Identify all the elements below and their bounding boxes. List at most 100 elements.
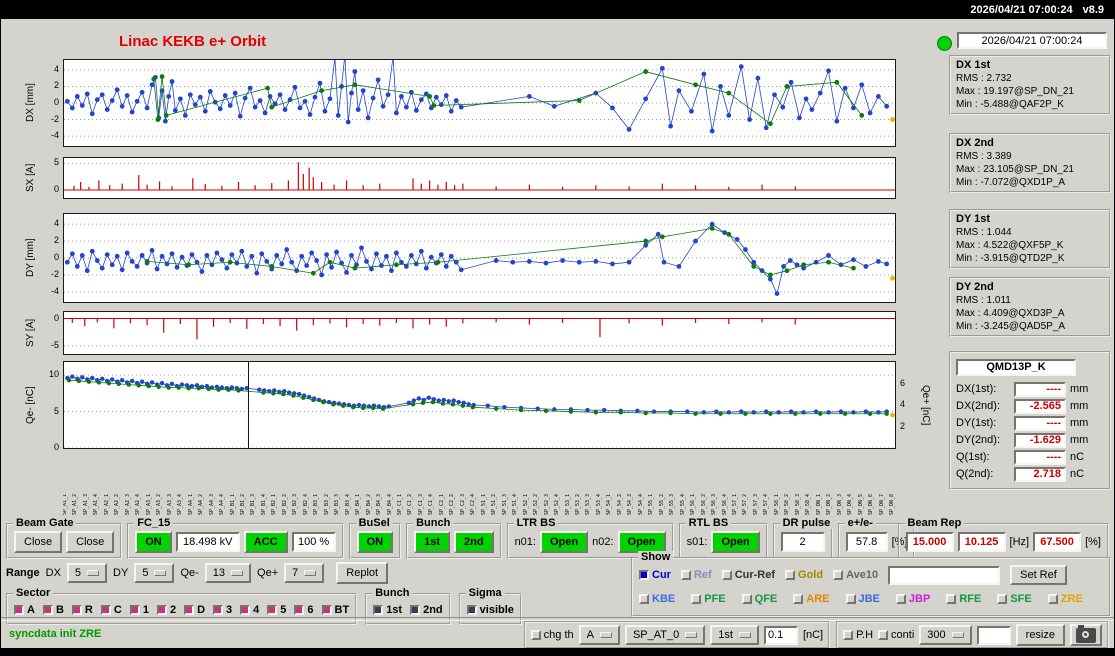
bpm-label: SP_B2_2: [283, 453, 288, 515]
bpm-label: SP_DN_3: [838, 453, 843, 515]
checkbox-6[interactable]: 6: [294, 604, 313, 616]
range-qep-dropdown[interactable]: 7: [284, 563, 324, 583]
range-qem-dropdown[interactable]: 13: [205, 563, 251, 583]
checkbox-icon: [846, 594, 856, 604]
bpm-label: SP_54_2: [618, 453, 623, 515]
checkbox-1st[interactable]: 1st: [373, 604, 402, 616]
bpm-label: SP_C2_2: [450, 453, 455, 515]
checkbox-cur-ref[interactable]: Cur-Ref: [722, 569, 775, 581]
replot-button[interactable]: Replot: [336, 562, 388, 584]
bpm-label: SP_B4_4: [388, 453, 393, 515]
conti-checkbox[interactable]: conti: [878, 629, 914, 641]
checkbox-2nd[interactable]: 2nd: [410, 604, 443, 616]
ltr-n02-open-button[interactable]: Open: [618, 531, 666, 553]
count-dropdown[interactable]: 300: [919, 625, 971, 645]
beam-gate-close-1-button[interactable]: Close: [14, 531, 62, 553]
stat-line: Min : -5.488@QAF2P_K: [956, 98, 1104, 111]
ltr-n01-open-button[interactable]: Open: [540, 531, 588, 553]
bpm-label: SP_A2_2: [115, 453, 120, 515]
sp-at-value: SP_AT_0: [633, 629, 679, 641]
qmd-row: Q(1st):----nC: [956, 450, 1104, 465]
checkbox-ave10[interactable]: Ave10: [833, 569, 878, 581]
checkbox-qfe[interactable]: QFE: [742, 593, 778, 605]
resize-button[interactable]: resize: [1016, 624, 1065, 646]
fc15-on-button[interactable]: ON: [135, 531, 172, 553]
bunch-2nd-button[interactable]: 2nd: [454, 531, 494, 553]
sp-at-dropdown[interactable]: SP_AT_0: [625, 625, 705, 645]
stat-line: RMS : 1.011: [956, 294, 1104, 307]
checkbox-3[interactable]: 3: [213, 604, 232, 616]
checkbox-gold[interactable]: Gold: [785, 569, 823, 581]
axis-tick: 5: [54, 157, 59, 167]
checkbox-are[interactable]: ARE: [793, 593, 829, 605]
bpm-label: SP_58_3: [796, 453, 801, 515]
checkbox-b[interactable]: B: [43, 604, 64, 616]
bpm-label: SP_53_4: [597, 453, 602, 515]
checkbox-pfe[interactable]: PFE: [691, 593, 725, 605]
checkbox-icon: [896, 594, 906, 604]
rtl-s01-open-button[interactable]: Open: [711, 531, 759, 553]
sector-select-dropdown[interactable]: A: [579, 625, 620, 645]
show-label: Show: [638, 551, 673, 563]
checkbox-label: A: [27, 604, 35, 616]
bpm-label: SP_A1_3: [84, 453, 89, 515]
conti-label: conti: [891, 629, 914, 641]
checkbox-5[interactable]: 5: [267, 604, 286, 616]
range-dx-dropdown[interactable]: 5: [67, 563, 107, 583]
range-dy-dropdown[interactable]: 5: [134, 563, 174, 583]
fc15-acc-button[interactable]: ACC: [244, 531, 288, 553]
bpm-label: SP_B2_3: [293, 453, 298, 515]
bottom-bar: chg th A SP_AT_0 1st [nC] P.H conti 300 …: [524, 621, 1109, 649]
screenshot-button[interactable]: [1070, 624, 1102, 646]
checkbox-jbp[interactable]: JBP: [896, 593, 930, 605]
ref-file-input[interactable]: [890, 568, 998, 582]
checkbox-label: 2: [170, 604, 176, 616]
bpm-label: SP_55_2: [660, 453, 665, 515]
checkbox-d[interactable]: D: [184, 604, 205, 616]
axis-tick: 5: [54, 406, 59, 416]
qmd-row: Q(2nd):2.718nC: [956, 467, 1104, 482]
checkbox-jbe[interactable]: JBE: [846, 593, 880, 605]
bpm-label: SP_51_1: [482, 453, 487, 515]
checkbox-kbe[interactable]: KBE: [639, 593, 675, 605]
bpm-label: SP_A2_4: [136, 453, 141, 515]
bpm-label: SP_54_3: [628, 453, 633, 515]
chg-th-label: chg th: [544, 629, 574, 641]
checkbox-2[interactable]: 2: [157, 604, 176, 616]
bpm-label: SP_C1_3: [419, 453, 424, 515]
axis-tick: -2: [51, 114, 59, 124]
bunch-first-dropdown[interactable]: 1st: [710, 625, 759, 645]
checkbox-ref[interactable]: Ref: [681, 569, 712, 581]
checkbox-label: PFE: [704, 593, 725, 605]
titlebar-version: v8.9: [1083, 4, 1104, 16]
busel-on-button[interactable]: ON: [357, 531, 394, 553]
ph-checkbox[interactable]: P.H: [843, 629, 873, 641]
dropdown-indicator-icon: [952, 632, 964, 638]
bunch-1st-button[interactable]: 1st: [414, 531, 450, 553]
axis-tick: -2: [51, 269, 59, 279]
checkbox-4[interactable]: 4: [240, 604, 259, 616]
checkbox-bt[interactable]: BT: [322, 604, 350, 616]
stat-line: RMS : 1.044: [956, 226, 1104, 239]
dropdown-indicator-icon: [87, 570, 99, 576]
checkbox-icon: [240, 605, 250, 615]
set-ref-button[interactable]: Set Ref: [1010, 565, 1067, 585]
checkbox-sfe[interactable]: SFE: [997, 593, 1031, 605]
count-progress-input[interactable]: [979, 628, 1009, 642]
bpm-label: SP_B3_1: [314, 453, 319, 515]
range-qep-value: 7: [292, 567, 298, 579]
checkbox-1[interactable]: 1: [130, 604, 149, 616]
dropdown-indicator-icon: [231, 570, 243, 576]
checkbox-cur[interactable]: Cur: [639, 569, 671, 581]
threshold-input[interactable]: [766, 628, 796, 642]
beam-gate-close-2-button[interactable]: Close: [66, 531, 114, 553]
checkbox-r[interactable]: R: [72, 604, 93, 616]
checkbox-c[interactable]: C: [101, 604, 122, 616]
chg-th-checkbox[interactable]: chg th: [531, 629, 574, 641]
checkbox-visible[interactable]: visible: [467, 604, 514, 616]
bpm-label: SP_57_1: [733, 453, 738, 515]
checkbox-a[interactable]: A: [14, 604, 35, 616]
checkbox-rfe[interactable]: RFE: [946, 593, 981, 605]
bpm-label: SP_B4_3: [377, 453, 382, 515]
checkbox-zre[interactable]: ZRE: [1048, 593, 1083, 605]
